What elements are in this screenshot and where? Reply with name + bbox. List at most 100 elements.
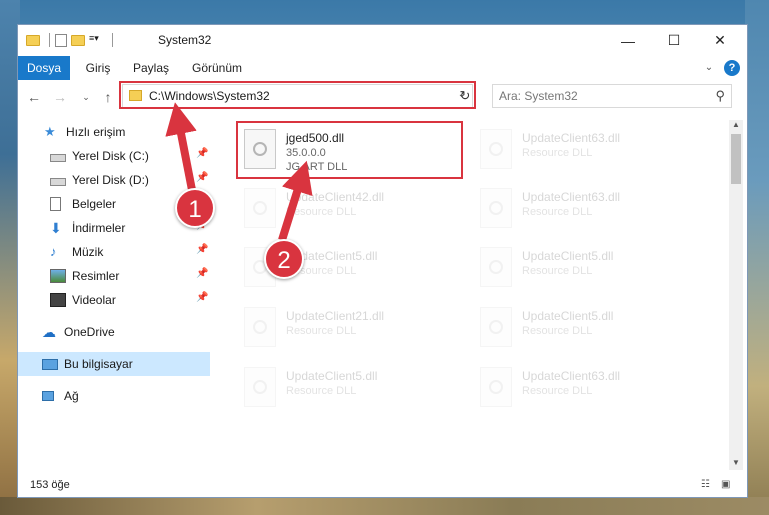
computer-icon [42,358,58,370]
network-icon [42,391,54,401]
step-badge-2: 2 [264,239,304,279]
nav-label: Müzik [72,245,104,259]
scroll-thumb[interactable] [731,134,741,184]
file-description: Resource DLL [522,385,593,397]
dll-file-icon [480,307,512,347]
large-icons-view-icon[interactable]: ▣ [721,479,735,491]
file-name: UpdateClient5.dll [522,249,614,263]
search-placeholder: Ara: System32 [499,89,578,103]
nav-item-pictures[interactable]: Resimler 📌 [18,264,210,288]
forward-arrow-icon[interactable]: → [50,87,70,107]
toolbar-separator [112,33,113,47]
refresh-icon[interactable]: ↻ [455,84,475,108]
step-badge-1: 1 [175,188,215,228]
downloads-icon: ⬇ [50,220,62,236]
file-name: UpdateClient63.dll [522,369,621,383]
status-bar: 153 öğe ☷ ▣ [18,473,747,497]
nav-item-network[interactable]: Ağ [18,384,210,408]
details-view-icon[interactable]: ☷ [701,479,715,491]
tab-home[interactable]: Giriş [78,56,118,80]
item-count: 153 öğe [30,479,70,491]
file-item[interactable]: UpdateClient5.dll Resource DLL [476,241,696,299]
folder-icon [26,33,40,47]
tab-file[interactable]: Dosya [18,56,70,80]
file-description: Resource DLL [522,265,593,277]
file-description: Resource DLL [286,385,357,397]
nav-label: Belgeler [72,197,117,211]
maximize-button[interactable]: ☐ [651,25,697,56]
ribbon-tabs: Dosya Giriş Paylaş Görünüm ⌄ ? [18,56,747,80]
close-button[interactable]: ✕ [697,25,743,56]
music-icon: ♪ [50,244,57,259]
pin-icon[interactable]: 📌 [196,244,208,255]
file-name: UpdateClient42.dll [286,190,385,204]
dll-file-icon [480,188,512,228]
nav-item-music[interactable]: ♪ Müzik 📌 [18,240,210,264]
file-description: Resource DLL [522,325,593,337]
nav-label: Hızlı erişim [66,125,126,139]
nav-item-this-pc[interactable]: Bu bilgisayar [18,352,210,376]
up-arrow-icon[interactable]: ↑ [98,87,118,107]
pin-icon[interactable]: 📌 [196,268,208,279]
documents-icon [50,197,61,211]
scroll-up-icon[interactable]: ▲ [729,120,743,132]
file-name: UpdateClient21.dll [286,309,385,323]
file-description: Resource DLL [286,206,357,218]
nav-label: Videolar [72,293,116,307]
vertical-scrollbar[interactable]: ▲ ▼ [729,120,743,470]
navigation-pane: ★ Hızlı erişim Yerel Disk (C:) 📌 Yerel D… [18,120,210,465]
scroll-down-icon[interactable]: ▼ [729,458,743,470]
file-description: Resource DLL [286,325,357,337]
nav-item-local-disk-c[interactable]: Yerel Disk (C:) 📌 [18,144,210,168]
file-item[interactable]: UpdateClient63.dll Resource DLL [476,123,696,181]
nav-item-videos[interactable]: Videolar 📌 [18,288,210,312]
nav-item-local-disk-d[interactable]: Yerel Disk (D:) 📌 [18,168,210,192]
nav-label: Ağ [64,389,79,403]
pictures-icon [50,269,66,283]
dll-file-icon [480,129,512,169]
minimize-button[interactable]: — [605,25,651,56]
nav-item-quick-access[interactable]: ★ Hızlı erişim [18,120,210,144]
search-icon: ⚲ [715,88,725,103]
nav-label: OneDrive [64,325,115,339]
toolbar-separator [49,33,50,47]
nav-label: Yerel Disk (C:) [72,149,149,163]
file-item[interactable]: UpdateClient21.dll Resource DLL [240,301,460,359]
drive-icon [50,154,66,162]
explorer-window: ≡▾ System32 — ☐ ✕ Dosya Giriş Paylaş Gör… [17,24,748,498]
customize-icon[interactable]: ≡▾ [89,33,103,47]
address-bar-row: ← → ⌄ ↑ C:\Windows\System32 ⌄ ↻ Ara: Sys… [18,81,747,113]
properties-icon[interactable] [55,33,67,47]
file-item[interactable]: UpdateClient63.dll Resource DLL [476,361,696,419]
new-folder-icon[interactable] [71,33,85,47]
help-icon[interactable]: ? [724,60,740,76]
nav-item-onedrive[interactable]: ☁ OneDrive [18,320,210,344]
address-highlight-box [119,81,476,109]
star-icon: ★ [44,124,56,139]
file-item[interactable]: UpdateClient5.dll Resource DLL [240,361,460,419]
cloud-icon: ☁ [42,324,56,340]
drive-icon [50,178,66,186]
title-bar: ≡▾ System32 — ☐ ✕ [18,25,747,56]
tab-share[interactable]: Paylaş [126,56,176,80]
file-item[interactable]: UpdateClient42.dll Resource DLL [240,182,460,240]
nav-label: Bu bilgisayar [64,357,133,371]
file-item[interactable]: UpdateClient63.dll Resource DLL [476,182,696,240]
dll-file-icon [480,367,512,407]
tab-view[interactable]: Görünüm [186,56,248,80]
dll-file-icon [480,247,512,287]
pin-icon[interactable]: 📌 [196,172,208,183]
pin-icon[interactable]: 📌 [196,292,208,303]
nav-label: İndirmeler [72,221,126,235]
search-input[interactable]: Ara: System32 ⚲ [492,84,732,108]
desktop-background-bottom [0,497,769,515]
file-name: UpdateClient5.dll [286,369,378,383]
chevron-down-icon[interactable]: ⌄ [701,56,717,80]
recent-chevron-icon[interactable]: ⌄ [76,87,96,107]
nav-label: Yerel Disk (D:) [72,173,149,187]
pin-icon[interactable]: 📌 [196,148,208,159]
file-item[interactable]: UpdateClient5.dll Resource DLL [476,301,696,359]
quick-access-toolbar: ≡▾ [26,33,118,47]
back-arrow-icon[interactable]: ← [24,87,44,107]
dll-file-icon [244,188,276,228]
